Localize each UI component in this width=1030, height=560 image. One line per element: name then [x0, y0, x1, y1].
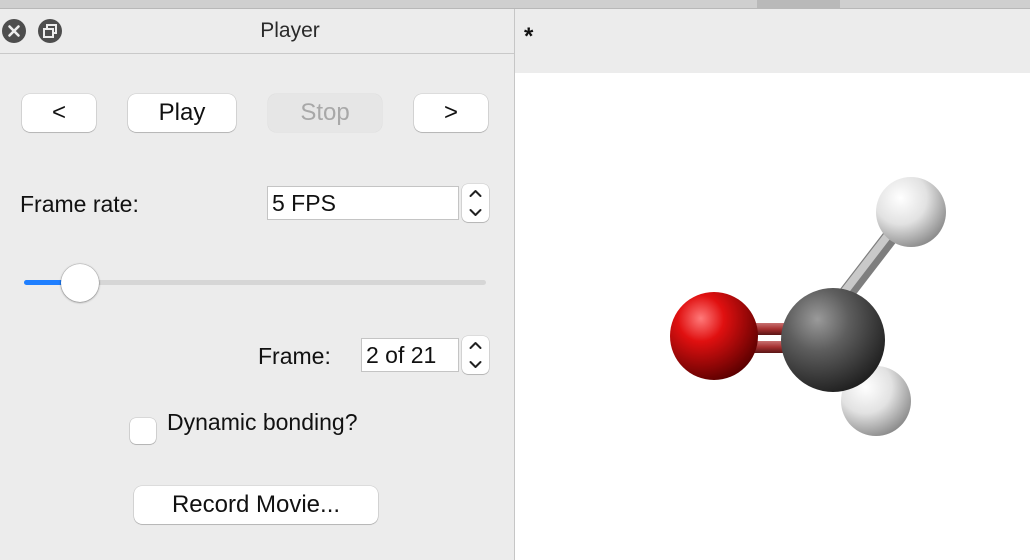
play-button[interactable]: Play	[128, 94, 236, 132]
record-movie-button[interactable]: Record Movie...	[134, 486, 378, 524]
player-panel: Player < Play Stop > Frame rate: 5 FPS F…	[0, 9, 515, 560]
molecule-render[interactable]	[515, 73, 1030, 560]
carbon-atom	[781, 288, 885, 392]
chevron-up-icon[interactable]	[462, 184, 489, 203]
molecule-viewer[interactable]: *	[515, 9, 1030, 560]
top-tab-strip	[0, 0, 1030, 9]
tab-highlight[interactable]	[757, 0, 840, 8]
stop-button[interactable]: Stop	[268, 94, 382, 132]
frame-stepper[interactable]	[462, 336, 489, 374]
frame-label: Frame:	[258, 343, 331, 369]
viewer-header: *	[515, 9, 1030, 73]
frame-field[interactable]: 2 of 21	[361, 338, 459, 372]
frame-rate-label: Frame rate:	[20, 191, 139, 217]
hydrogen-atom-top	[876, 177, 946, 247]
viewer-modified-mark: *	[524, 23, 534, 50]
next-frame-button[interactable]: >	[414, 94, 488, 132]
dynamic-bonding-label: Dynamic bonding?	[167, 409, 358, 435]
frame-rate-field[interactable]: 5 FPS	[267, 186, 459, 220]
oxygen-atom	[670, 292, 758, 380]
previous-frame-button[interactable]: <	[22, 94, 96, 132]
chevron-up-icon[interactable]	[462, 336, 489, 355]
panel-title: Player	[260, 19, 320, 42]
panel-title-bar: Player	[0, 9, 514, 54]
frame-rate-slider-knob[interactable]	[60, 264, 99, 302]
chevron-down-icon[interactable]	[462, 203, 489, 222]
dynamic-bonding-checkbox[interactable]	[130, 418, 156, 444]
chevron-down-icon[interactable]	[462, 355, 489, 374]
frame-rate-stepper[interactable]	[462, 184, 489, 222]
